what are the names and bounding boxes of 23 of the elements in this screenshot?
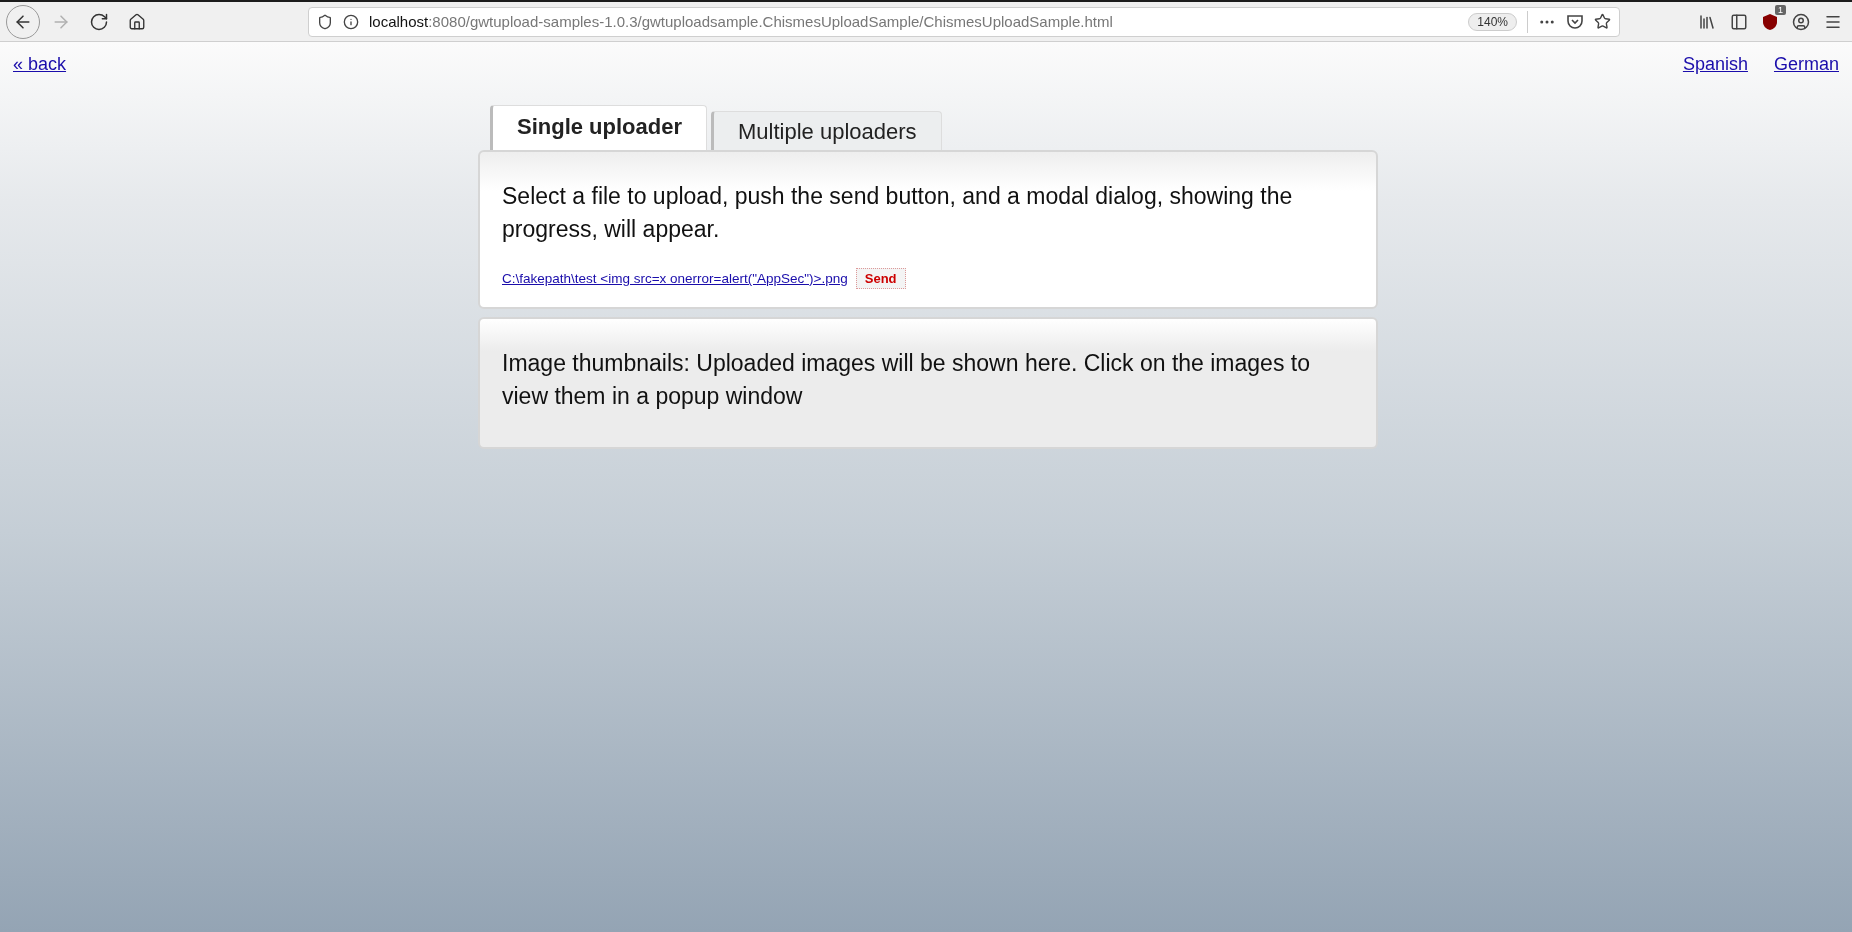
language-link[interactable]: Spanish (1682, 54, 1748, 75)
instructions-text: Select a file to upload, push the send button, and a modal dialog, showing the progress, will appear. (502, 182, 1294, 244)
account-icon[interactable] (1792, 12, 1810, 31)
address-bar[interactable]: localhost:8080/gwtupload-samples-1.0.3/gwtuploadsample.ChismesUploadSample/ChismesUploadSample.html 140% (308, 6, 1620, 37)
shield-icon[interactable] (1762, 12, 1778, 31)
count-badge: 1 (1775, 4, 1786, 15)
tab[interactable]: Single uploader (490, 105, 708, 150)
info-icon[interactable] (343, 13, 359, 30)
pocket-icon[interactable] (1566, 12, 1584, 31)
sidebar-icon[interactable] (1730, 12, 1748, 31)
url-text: localhost:8080/gwtupload-samples-1.0.3/gwtuploadsample.ChismesUploadSample/ChismesUploadSample.html (369, 13, 1114, 30)
zoom-level-button[interactable]: 140% (1468, 12, 1517, 31)
send-button[interactable]: Send (855, 268, 906, 289)
back-link[interactable]: « back (13, 54, 67, 75)
reload-icon (89, 11, 109, 32)
language-link[interactable]: German (1773, 54, 1839, 75)
star-icon[interactable] (1594, 13, 1611, 30)
home-icon (128, 12, 146, 31)
file-link[interactable]: C:\fakepath\test <img src=x onerror=alert("AppSec")>.png (502, 271, 848, 286)
thumbnails-text: Image thumbnails: Uploaded images will be shown here. Click on the images to view them in a popup window (502, 349, 1311, 411)
library-icon[interactable] (1698, 12, 1716, 31)
tab[interactable]: Multiple uploaders (711, 111, 942, 150)
shield-icon[interactable] (317, 13, 333, 30)
